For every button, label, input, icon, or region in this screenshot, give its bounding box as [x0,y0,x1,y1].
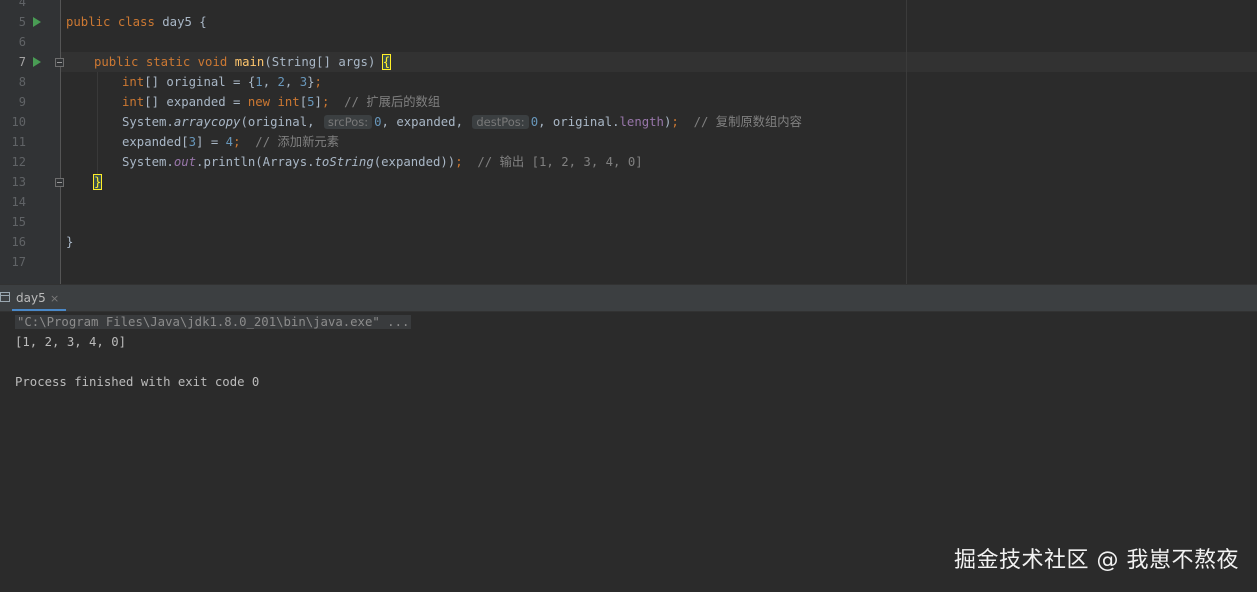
code-line-13: } [92,172,103,192]
indent-guide [97,72,98,176]
code-line-7: public static void main(String[] args) { [94,54,392,70]
code-line-11: expanded[3] = 4; // 添加新元素 [122,135,339,149]
right-margin-guide [906,0,907,284]
active-tab-indicator [12,309,66,311]
close-icon[interactable]: × [50,285,59,312]
matched-brace: } [92,174,103,190]
code-editor[interactable]: 4 5 6 7 8 9 10 11 12 13 14 15 16 17 publ… [0,0,1257,284]
matched-brace: { [381,54,392,70]
line-number: 5 [18,15,26,29]
gutter-separator [60,0,61,284]
line-number: 4 [18,0,26,9]
param-hint: srcPos: [323,115,373,129]
line-number: 13 [11,175,26,189]
line-number: 15 [11,215,26,229]
code-line-12: System.out.println(Arrays.toString(expan… [122,155,643,169]
run-icon[interactable] [33,17,41,27]
code-line-9: int[] expanded = new int[5]; // 扩展后的数组 [122,95,441,109]
code-line-10: System.arraycopy(original, srcPos: 0, exp… [122,115,802,129]
code-line-8: int[] original = {1, 2, 3}; [122,75,322,89]
fold-icon[interactable] [55,178,64,187]
code-line-5: public class day5 { [66,15,207,29]
console-command-line[interactable]: "C:\Program Files\Java\jdk1.8.0_201\bin\… [15,312,412,332]
run-icon[interactable] [33,57,41,67]
param-hint: destPos: [472,115,529,129]
run-tab-day5[interactable]: day5 [16,285,46,312]
line-number: 16 [11,235,26,249]
console-exit-message: Process finished with exit code 0 [15,375,260,389]
line-number: 9 [18,95,26,109]
line-number: 17 [11,255,26,269]
console-output: [1, 2, 3, 4, 0] [15,335,127,349]
fold-icon[interactable] [55,58,64,67]
console-icon [0,292,10,302]
line-number: 14 [11,195,26,209]
code-line-16: } [66,235,74,249]
line-number: 8 [18,75,26,89]
line-number: 10 [11,115,26,129]
run-tool-window-header: day5 × [0,284,1257,312]
line-number: 12 [11,155,26,169]
watermark: 掘金技术社区 @ 我崽不熬夜 [954,548,1239,573]
line-number: 6 [18,35,26,49]
line-number-current: 7 [18,55,26,69]
line-number: 11 [11,135,26,149]
